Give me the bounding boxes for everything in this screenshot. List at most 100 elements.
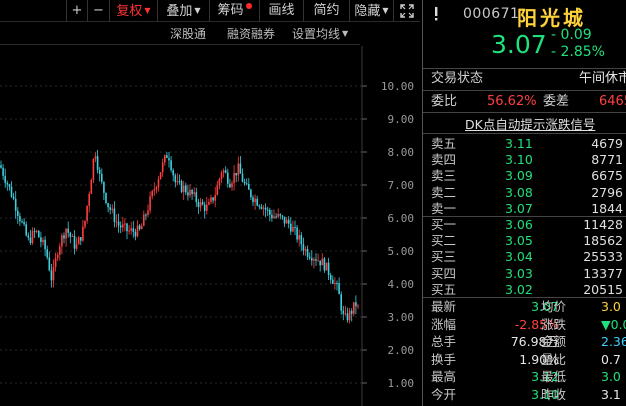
- quote-value: 3.0: [601, 369, 621, 384]
- candle-body: [38, 230, 40, 238]
- ask-row[interactable]: 卖五 3.11 4679: [431, 136, 626, 153]
- candle-body: [80, 237, 82, 241]
- candle-body: [19, 216, 21, 222]
- candle-body: [67, 228, 69, 233]
- candle-body: [308, 256, 311, 259]
- bid-row[interactable]: 买二 3.05 18562: [431, 233, 626, 250]
- caret-down-icon: ▼: [194, 6, 201, 15]
- candle-body: [166, 155, 168, 158]
- order-level-label: 卖一: [431, 200, 457, 216]
- candle-body: [266, 209, 269, 211]
- candle-body: [201, 202, 204, 205]
- order-volume: 4679: [591, 136, 623, 151]
- candle-body: [193, 192, 195, 195]
- candle-body: [88, 193, 90, 206]
- candle-body: [27, 235, 30, 238]
- order-level-label: 卖三: [431, 168, 457, 184]
- candle-body: [61, 235, 63, 247]
- candle-body: [98, 169, 101, 174]
- candle-body: [6, 182, 9, 185]
- candle-body: [319, 260, 321, 266]
- order-price: 3.05: [505, 233, 533, 249]
- candle-body: [159, 172, 162, 180]
- bid-row[interactable]: 买三 3.04 25533: [431, 249, 626, 266]
- candle-body: [103, 181, 105, 193]
- header-divider: [0, 44, 360, 45]
- candle-body: [262, 207, 265, 209]
- order-price: 3.10: [505, 152, 533, 168]
- price-axis-tick: 6.00: [388, 212, 415, 225]
- order-volume: 20515: [583, 281, 623, 297]
- candle-body: [302, 244, 305, 251]
- candle-body: [227, 172, 229, 184]
- junxian-dropdown[interactable]: 设置均线 ▼: [292, 24, 348, 44]
- diejia-dropdown[interactable]: 叠加 ▼: [158, 0, 210, 21]
- ask-row[interactable]: 卖四 3.10 8771: [431, 152, 626, 169]
- candle-body: [237, 163, 240, 176]
- candle-body: [304, 249, 307, 251]
- candle-body: [195, 192, 198, 203]
- order-volume: 13377: [583, 265, 623, 281]
- quote-label: 均价: [541, 299, 567, 314]
- zoom-out-button[interactable]: −: [88, 0, 110, 21]
- junxian-label: 设置均线: [292, 27, 341, 41]
- plus-label: +: [71, 3, 83, 18]
- quote-label: 总手: [431, 334, 457, 349]
- candle-body: [353, 302, 355, 314]
- dk-signal-link[interactable]: DK点自动提示涨跌信号: [465, 114, 595, 133]
- candle-body: [258, 205, 261, 207]
- ask-row[interactable]: 卖一 3.07 1844: [431, 201, 626, 218]
- fuquan-dropdown[interactable]: 复权 ▼: [110, 0, 158, 21]
- candle-body: [245, 183, 248, 185]
- candle-body: [56, 254, 59, 259]
- kline-chart[interactable]: 10.00 9.00 8.00 7.00 6.00 5.00 4.00 3.00 2.00 1.0…: [0, 46, 420, 406]
- candle-body: [321, 258, 324, 266]
- candle-body: [48, 257, 51, 271]
- order-level-label: 买二: [431, 233, 457, 249]
- grid-lines: [0, 85, 362, 384]
- chouma-label: 筹码: [217, 3, 244, 18]
- chouma-button[interactable]: 筹码: [210, 0, 260, 21]
- price-axis-tick: 10.00: [381, 80, 414, 93]
- huaxian-label: 画线: [268, 3, 295, 18]
- quote-label: 金额: [541, 334, 567, 349]
- candle-body: [161, 162, 164, 173]
- candle-body: [21, 221, 23, 223]
- candle-body: [4, 175, 6, 183]
- candle-body: [260, 206, 263, 209]
- jianyue-label: 简约: [313, 3, 340, 18]
- yincang-dropdown[interactable]: 隐藏 ▼: [350, 0, 394, 21]
- candle-body: [86, 205, 88, 221]
- bid-row[interactable]: 买四 3.03 13377: [431, 266, 626, 283]
- order-level-label: 卖四: [431, 152, 457, 168]
- candle-body: [248, 183, 250, 190]
- huaxian-button[interactable]: 画线: [260, 0, 304, 21]
- candle-body: [113, 208, 116, 222]
- expand-icon[interactable]: [396, 0, 418, 21]
- quote-panel: 000671 阳光城 3.07 - 0.09 - 2.85% 交易状态 午间休市…: [422, 0, 626, 406]
- bid-row[interactable]: 买一 3.06 11428: [431, 217, 626, 234]
- candle-body: [176, 181, 179, 183]
- candle-body: [233, 172, 235, 184]
- candle-body: [153, 189, 156, 192]
- candle-body: [42, 239, 44, 242]
- candle-body: [44, 239, 46, 250]
- jianyue-button[interactable]: 简约: [304, 0, 350, 21]
- alert-icon[interactable]: [433, 6, 439, 21]
- ask-row[interactable]: 卖二 3.08 2796: [431, 185, 626, 202]
- quote-label: 最低: [541, 369, 567, 384]
- bid-row[interactable]: 买五 3.02 20515: [431, 282, 626, 299]
- candle-body: [300, 235, 303, 245]
- candle-body: [124, 223, 126, 225]
- ask-row[interactable]: 卖三 3.09 6675: [431, 168, 626, 185]
- candle-body: [84, 220, 86, 227]
- candle-body: [96, 156, 99, 170]
- zoom-in-button[interactable]: +: [66, 0, 88, 21]
- shengutong-link[interactable]: 深股通: [170, 24, 206, 44]
- candle-body: [231, 183, 233, 188]
- quote-label: 涨跌: [541, 316, 567, 332]
- quote-label: 量比: [541, 351, 567, 367]
- candle-body: [315, 259, 317, 261]
- candle-body: [140, 225, 143, 230]
- rongzi-link[interactable]: 融资融券: [227, 24, 275, 44]
